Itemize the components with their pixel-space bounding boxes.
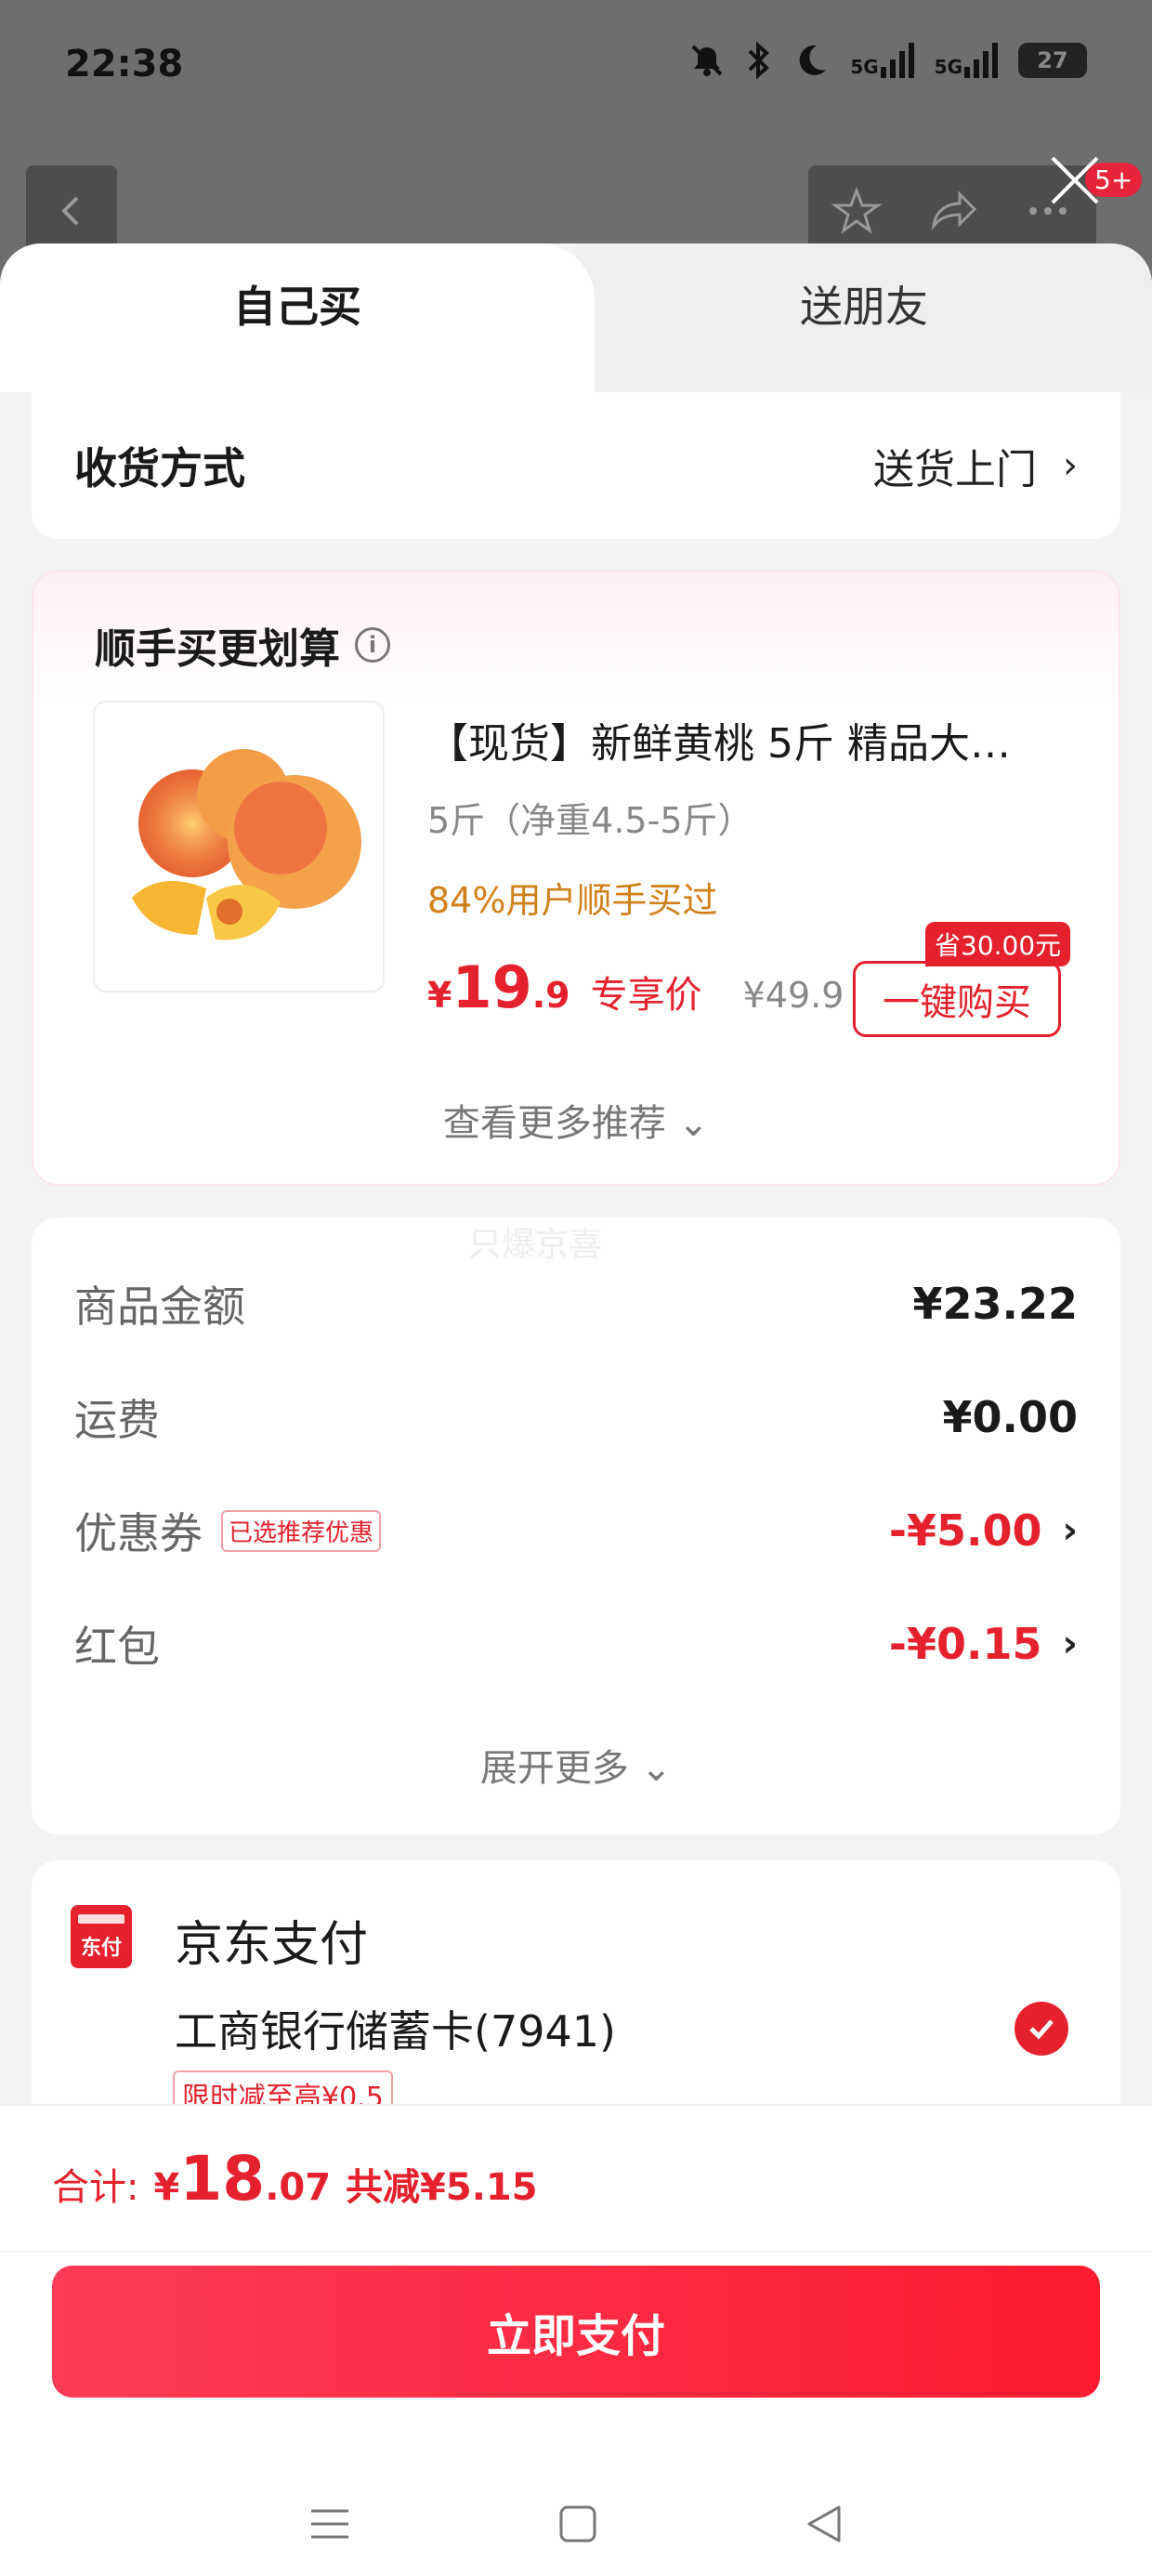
tab-gift-friend[interactable]: 送朋友: [576, 243, 1152, 392]
amount-row-goods: 商品金额 ¥23.22: [74, 1271, 1078, 1336]
moon-icon: [799, 45, 827, 75]
signal-1: 5G: [850, 43, 914, 78]
chevron-right-icon: ›: [1063, 444, 1078, 487]
peach-image: [132, 749, 361, 940]
more-recommendations-text: 查看更多推荐: [442, 1102, 666, 1145]
total-label: 合计:: [52, 2166, 139, 2209]
status-bar: 22:38 5G 5G 27: [0, 0, 1152, 139]
share-icon[interactable]: [926, 185, 978, 237]
mute-bell-icon: [691, 45, 723, 76]
payment-card: 东付 京东支付 工商银行储蓄卡(7941) 限时减至高¥0.5: [32, 1860, 1120, 2139]
status-time: 22:38: [65, 43, 184, 85]
total-currency: ¥: [153, 2166, 180, 2209]
product-price: ¥ 19 .9 专享价 ¥49.9: [427, 953, 844, 1021]
amount-value: ¥23.22: [912, 1279, 1078, 1329]
original-price: ¥49.9: [742, 975, 844, 1016]
more-recommendations-link[interactable]: 查看更多推荐 ⌄: [33, 1093, 1119, 1147]
chevron-right-icon: ›: [1062, 1623, 1078, 1665]
delivery-value-text: 送货上门: [873, 446, 1037, 493]
coupon-chip: 已选推荐优惠: [221, 1509, 382, 1552]
amount-row-shipping: 运费 ¥0.00: [74, 1385, 1078, 1450]
signal-bars-icon: [964, 43, 998, 78]
home-icon[interactable]: [557, 2504, 598, 2544]
star-icon[interactable]: [830, 185, 883, 237]
product-name[interactable]: 【现货】新鲜黄桃 5斤 精品大…: [427, 710, 1011, 769]
checkmark-icon[interactable]: [1015, 2002, 1068, 2056]
amount-value-group: -¥5.00 ›: [889, 1505, 1078, 1556]
chevron-down-icon: ⌄: [677, 1102, 710, 1145]
save-badge: 省30.00元: [925, 922, 1071, 966]
amount-label: 红包: [74, 1622, 160, 1672]
chevron-left-icon: [61, 196, 79, 226]
amount-label: 商品金额: [74, 1281, 245, 1332]
battery-icon: 27: [1018, 43, 1087, 78]
menu-icon[interactable]: [308, 2505, 352, 2543]
recommendation-title: 顺手买更划算 i: [95, 615, 390, 675]
product-thumbnail[interactable]: [93, 701, 385, 992]
one-click-buy-button[interactable]: 一键购买: [853, 961, 1061, 1037]
bank-card-option[interactable]: 工商银行储蓄卡(7941): [175, 1998, 616, 2059]
divider: [0, 2251, 1152, 2253]
tab-buy-self[interactable]: 自己买: [0, 243, 595, 392]
amount-row-coupon[interactable]: 优惠券 已选推荐优惠 -¥5.00 ›: [74, 1498, 1078, 1563]
chevron-right-icon: ›: [1062, 1509, 1078, 1552]
notification-badge: 5+: [1085, 163, 1143, 197]
amount-label: 运费: [74, 1395, 160, 1445]
expand-more-link[interactable]: 展开更多 ⌄: [32, 1738, 1120, 1792]
amount-value: -¥0.15: [888, 1619, 1042, 1669]
bottom-bar: 合计: ¥ 18 .07 共减¥5.15 立即支付: [0, 2104, 1152, 2576]
total-discount: 共减¥5.15: [346, 2166, 538, 2209]
pay-now-button[interactable]: 立即支付: [52, 2266, 1100, 2398]
price-integer: 19: [452, 953, 532, 1021]
status-icons: 5G 5G 27: [688, 41, 1087, 80]
amount-value: ¥0.00: [942, 1392, 1078, 1442]
amount-row-redpacket[interactable]: 红包 -¥0.15 ›: [74, 1611, 1078, 1676]
purchase-tabs: 送朋友 自己买: [0, 243, 1152, 392]
delivery-method-row[interactable]: 收货方式 送货上门 ›: [32, 392, 1120, 539]
amount-value: -¥5.00: [888, 1505, 1042, 1556]
amount-label-group: 优惠券 已选推荐优惠: [74, 1500, 382, 1561]
total-integer: 18: [179, 2143, 266, 2215]
recommendation-card: 顺手买更划算 i 【现货】新鲜黄桃 5斤 精品大… 5斤（净重4.5-5斤） 8…: [32, 571, 1120, 1186]
jd-pay-icon: 东付: [71, 1905, 132, 1968]
amount-value-group: -¥0.15 ›: [889, 1619, 1078, 1669]
back-triangle-icon[interactable]: [804, 2504, 844, 2544]
price-tag: 专享价: [590, 974, 702, 1017]
signal-2: 5G: [935, 43, 998, 78]
total-decimal: .07: [265, 2166, 332, 2209]
checkout-sheet: 送朋友 自己买 收货方式 送货上门 › 顺手买更划算 i 【现货】新鲜黄桃 5斤…: [0, 243, 1152, 2576]
recommendation-title-text: 顺手买更划算: [95, 625, 340, 673]
price-currency: ¥: [427, 975, 452, 1016]
system-nav-bar: [0, 2477, 1152, 2570]
delivery-label: 收货方式: [74, 443, 245, 493]
product-spec: 5斤（净重4.5-5斤）: [427, 800, 753, 841]
price-decimal: .9: [531, 975, 570, 1016]
chevron-down-icon: ⌄: [640, 1747, 673, 1790]
order-total: 合计: ¥ 18 .07 共减¥5.15: [52, 2143, 538, 2215]
bluetooth-icon: [748, 41, 770, 80]
amount-label: 优惠券: [74, 1508, 203, 1558]
check-glyph-icon: [1029, 2019, 1054, 2040]
delivery-value: 送货上门 ›: [873, 436, 1078, 495]
amounts-card: 只爆京喜 商品金额 ¥23.22 运费 ¥0.00 优惠券 已选推荐优惠 -¥5…: [32, 1217, 1120, 1834]
signal-bars-icon: [880, 43, 914, 78]
watermark-text: 只爆京喜: [468, 1226, 603, 1264]
product-users-text: 84%用户顺手买过: [427, 880, 718, 921]
info-icon[interactable]: i: [355, 627, 390, 663]
payment-title: 京东支付: [175, 1917, 369, 1973]
expand-more-text: 展开更多: [479, 1747, 629, 1790]
